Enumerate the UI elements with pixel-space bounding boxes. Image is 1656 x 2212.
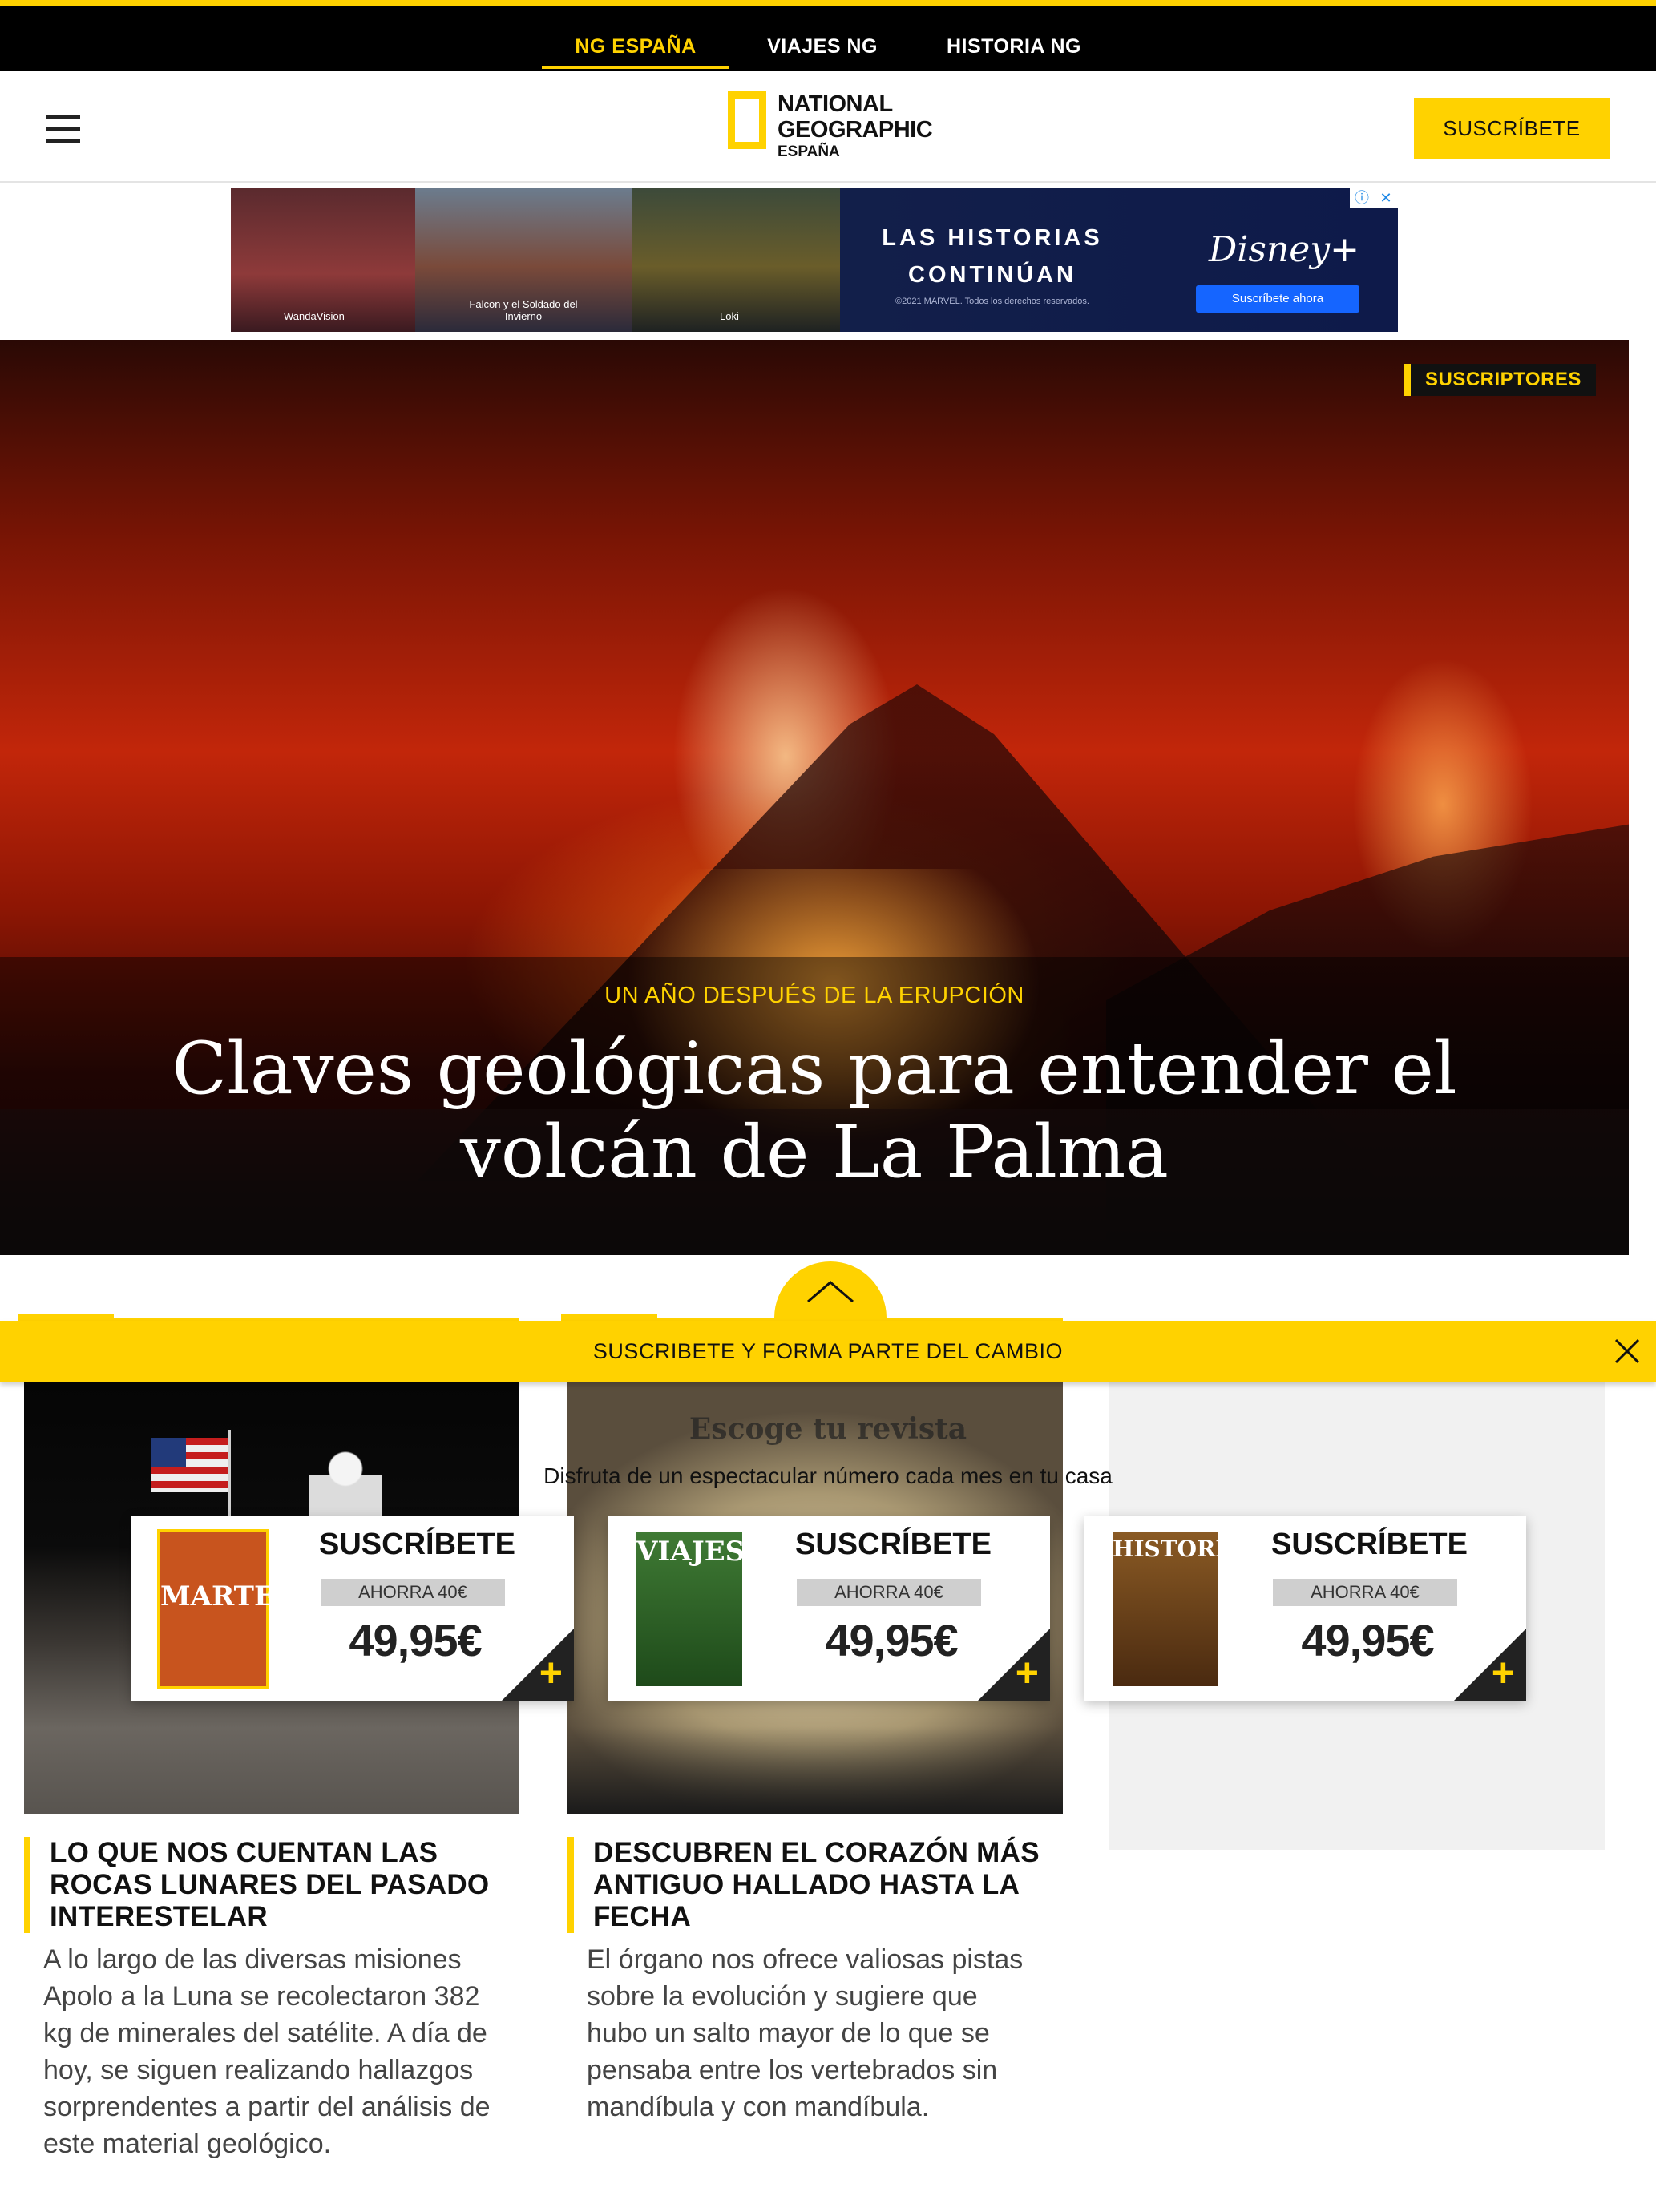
- logo-line-1: NATIONAL: [778, 91, 893, 117]
- card-subscribe-label: SUSCRÍBETE: [1271, 1528, 1468, 1561]
- card-save-badge: AHORRA 40€: [1273, 1579, 1457, 1606]
- article-desc-ancient-heart: El órgano nos ofrece valiosas pistas sob…: [587, 1944, 1024, 2122]
- subscribe-promo-bar[interactable]: SUSCRIBETE Y FORMA PARTE DEL CAMBIO: [0, 1321, 1656, 1382]
- card-save-badge: AHORRA 40€: [321, 1579, 505, 1606]
- subscribers-badge: SUSCRIPTORES: [1404, 364, 1596, 396]
- site-header: NATIONAL GEOGRAPHIC ESPAÑA SUSCRÍBETE: [0, 71, 1656, 183]
- ad-image-wandavision: WandaVision: [231, 188, 415, 332]
- card-price: 49,95€: [1301, 1615, 1434, 1665]
- ad-headline: LAS HISTORIAS CONTINÚAN: [882, 225, 1103, 288]
- subscribe-button[interactable]: SUSCRÍBETE: [1414, 98, 1610, 159]
- ad-caption: Loki: [720, 310, 739, 322]
- magazine-cover-historia: HISTORIA: [1109, 1529, 1244, 1689]
- plus-icon[interactable]: +: [1492, 1653, 1515, 1693]
- article-desc-moon-rocks: A lo largo de las diversas misiones Apol…: [43, 1944, 491, 2159]
- natgeo-logo[interactable]: NATIONAL GEOGRAPHIC ESPAÑA: [728, 91, 936, 167]
- logo-line-2: GEOGRAPHIC: [778, 117, 933, 143]
- cover-title: VIAJES: [636, 1536, 745, 1568]
- card-price: 49,95€: [825, 1615, 958, 1665]
- subscription-card-viajes[interactable]: VIAJES SUSCRÍBETE AHORRA 40€ 49,95€ +: [608, 1516, 1050, 1701]
- promo-overlay-subtitle: Disfruta de un espectacular número cada …: [543, 1463, 1113, 1488]
- cover-title: HISTORIA: [1113, 1536, 1244, 1562]
- ad-caption: WandaVision: [284, 310, 345, 322]
- card-corner: [978, 1629, 1050, 1701]
- info-icon[interactable]: ⓘ: [1350, 188, 1374, 208]
- disney-plus-logo: Disney+: [1209, 229, 1360, 270]
- nav-ng-espana[interactable]: NG ESPAÑA: [542, 24, 729, 69]
- ad-image-loki: Loki: [632, 188, 840, 332]
- collapse-toggle[interactable]: [774, 1261, 887, 1319]
- article-title-ancient-heart[interactable]: DESCUBREN EL CORAZÓN MÁS ANTIGUO HALLADO…: [567, 1837, 1040, 1933]
- nav-historia-ng[interactable]: HISTORIA NG: [938, 24, 1090, 69]
- adchoices[interactable]: ⓘ ✕: [1350, 188, 1398, 208]
- card-save-badge: AHORRA 40€: [797, 1579, 981, 1606]
- subscription-card-ng[interactable]: MARTE SUSCRÍBETE AHORRA 40€ 49,95€ +: [131, 1516, 574, 1701]
- subscription-card-historia[interactable]: HISTORIA SUSCRÍBETE AHORRA 40€ 49,95€ +: [1084, 1516, 1526, 1701]
- close-icon[interactable]: [1613, 1337, 1642, 1366]
- magazine-cover-ng: MARTE: [157, 1529, 275, 1689]
- promo-overlay-title: Escoge tu revista: [689, 1412, 967, 1446]
- card-price: 49,95€: [349, 1615, 482, 1665]
- network-bar: NG ESPAÑA VIAJES NG HISTORIA NG: [0, 0, 1656, 71]
- article-title-moon-rocks[interactable]: LO QUE NOS CUENTAN LAS ROCAS LUNARES DEL…: [24, 1837, 497, 1933]
- hero-article[interactable]: SUSCRIPTORES UN AÑO DESPUÉS DE LA ERUPCI…: [0, 340, 1629, 1255]
- hero-title[interactable]: Claves geológicas para entender el volcá…: [48, 1027, 1581, 1194]
- ad-caption: Falcon y el Soldado del Invierno: [469, 298, 578, 322]
- promo-bar-text: SUSCRIBETE Y FORMA PARTE DEL CAMBIO: [592, 1339, 1064, 1363]
- menu-icon[interactable]: [46, 115, 83, 143]
- image-shade: [567, 1726, 1063, 1814]
- hero-kicker: UN AÑO DESPUÉS DE LA ERUPCIÓN: [604, 983, 1024, 1008]
- card-corner: [502, 1629, 574, 1701]
- ad-legal: ©2021 MARVEL. Todos los derechos reserva…: [895, 297, 1089, 306]
- card-corner: [1454, 1629, 1526, 1701]
- chevron-up-icon: [807, 1281, 854, 1303]
- nav-viajes-ng[interactable]: VIAJES NG: [758, 24, 887, 69]
- card-subscribe-label: SUSCRÍBETE: [795, 1528, 992, 1561]
- ad-cta-button[interactable]: Suscríbete ahora: [1196, 285, 1359, 313]
- cover-title: MARTE: [160, 1580, 275, 1613]
- plus-icon[interactable]: +: [539, 1653, 563, 1693]
- magazine-cover-viajes: VIAJES: [633, 1529, 745, 1689]
- card-subscribe-label: SUSCRÍBETE: [319, 1528, 515, 1561]
- logo-line-3: ESPAÑA: [778, 143, 840, 160]
- yellow-frame-icon: [728, 91, 766, 149]
- close-icon[interactable]: ✕: [1374, 188, 1398, 208]
- plus-icon[interactable]: +: [1016, 1653, 1039, 1693]
- ad-image-falcon: Falcon y el Soldado del Invierno: [415, 188, 632, 332]
- disney-ad-banner[interactable]: WandaVision Falcon y el Soldado del Invi…: [231, 188, 1398, 332]
